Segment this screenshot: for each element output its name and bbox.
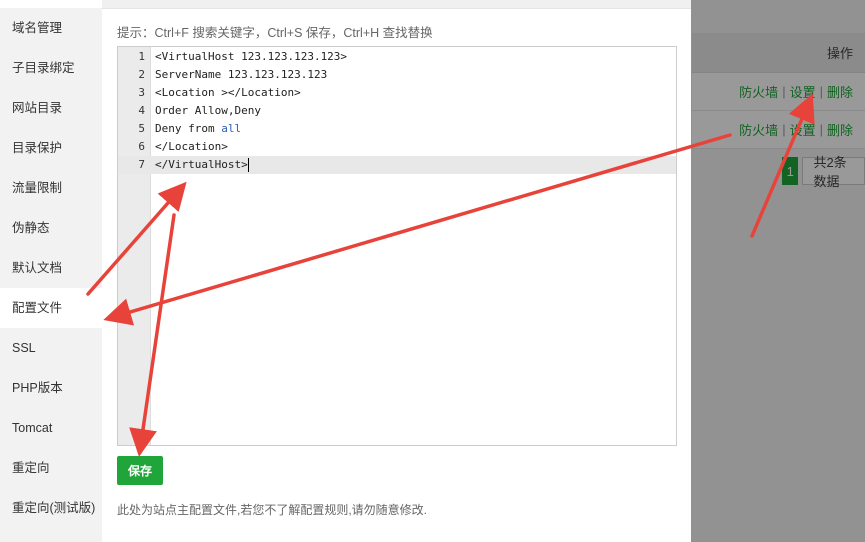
line-text: </VirtualHost> (155, 158, 248, 171)
code-line: 3 <Location ></Location> (118, 84, 676, 102)
line-text: ServerName 123.123.123.123 (155, 68, 328, 81)
code-line: 1 <VirtualHost 123.123.123.123> (118, 48, 676, 66)
sidebar-item-site-dir[interactable]: 网站目录 (0, 88, 102, 128)
sidebar-item-redirect[interactable]: 重定向 (0, 448, 102, 488)
sidebar-item-redirect-beta[interactable]: 重定向(测试版) (0, 488, 102, 528)
code-line: 2 ServerName 123.123.123.123 (118, 66, 676, 84)
sidebar-item-tomcat[interactable]: Tomcat (0, 408, 102, 448)
line-text: </Location> (155, 140, 228, 153)
line-text: <VirtualHost 123.123.123.123> (155, 50, 348, 63)
settings-sidebar: 域名管理 子目录绑定 网站目录 目录保护 流量限制 伪静态 默认文档 配置文件 … (0, 8, 102, 542)
line-number: 7 (138, 158, 145, 171)
code-line: 4 Order Allow,Deny (118, 102, 676, 120)
line-text-active: </VirtualHost> (155, 156, 249, 174)
line-text: <Location ></Location> (155, 86, 301, 99)
keyword-token: all (221, 122, 242, 135)
sidebar-item-rewrite[interactable]: 伪静态 (0, 208, 102, 248)
editor-hint: 提示：Ctrl+F 搜索关键字，Ctrl+S 保存，Ctrl+H 查找替换 (117, 26, 433, 40)
line-text: Deny from all (155, 120, 241, 138)
line-text-plain: Deny from (155, 122, 222, 135)
line-number: 1 (138, 50, 145, 63)
sidebar-item-php-version[interactable]: PHP版本 (0, 368, 102, 408)
sidebar-item-dir-protect[interactable]: 目录保护 (0, 128, 102, 168)
save-button[interactable]: 保存 (117, 456, 163, 485)
sidebar-item-config-file[interactable]: 配置文件 (0, 288, 102, 328)
text-cursor (247, 158, 249, 172)
config-editor[interactable]: 1 <VirtualHost 123.123.123.123> 2 Server… (117, 46, 677, 446)
config-warning-note: 此处为站点主配置文件,若您不了解配置规则,请勿随意修改. (117, 503, 428, 517)
sidebar-item-subdir-binding[interactable]: 子目录绑定 (0, 48, 102, 88)
site-settings-modal: 域名管理 子目录绑定 网站目录 目录保护 流量限制 伪静态 默认文档 配置文件 … (0, 0, 691, 542)
line-number: 2 (138, 68, 145, 81)
sidebar-item-traffic-limit[interactable]: 流量限制 (0, 168, 102, 208)
line-number: 4 (138, 104, 145, 117)
line-number: 5 (138, 122, 145, 135)
code-line: 6 </Location> (118, 138, 676, 156)
sidebar-item-default-doc[interactable]: 默认文档 (0, 248, 102, 288)
code-lines: 1 <VirtualHost 123.123.123.123> 2 Server… (118, 48, 676, 174)
sidebar-item-ssl[interactable]: SSL (0, 328, 102, 368)
sidebar-item-domain[interactable]: 域名管理 (0, 8, 102, 48)
modal-title-bar (102, 0, 691, 9)
line-number: 3 (138, 86, 145, 99)
code-line-active: 7 </VirtualHost> (118, 156, 676, 174)
code-line: 5 Deny from all (118, 120, 676, 138)
line-text: Order Allow,Deny (155, 104, 261, 117)
line-number: 6 (138, 140, 145, 153)
